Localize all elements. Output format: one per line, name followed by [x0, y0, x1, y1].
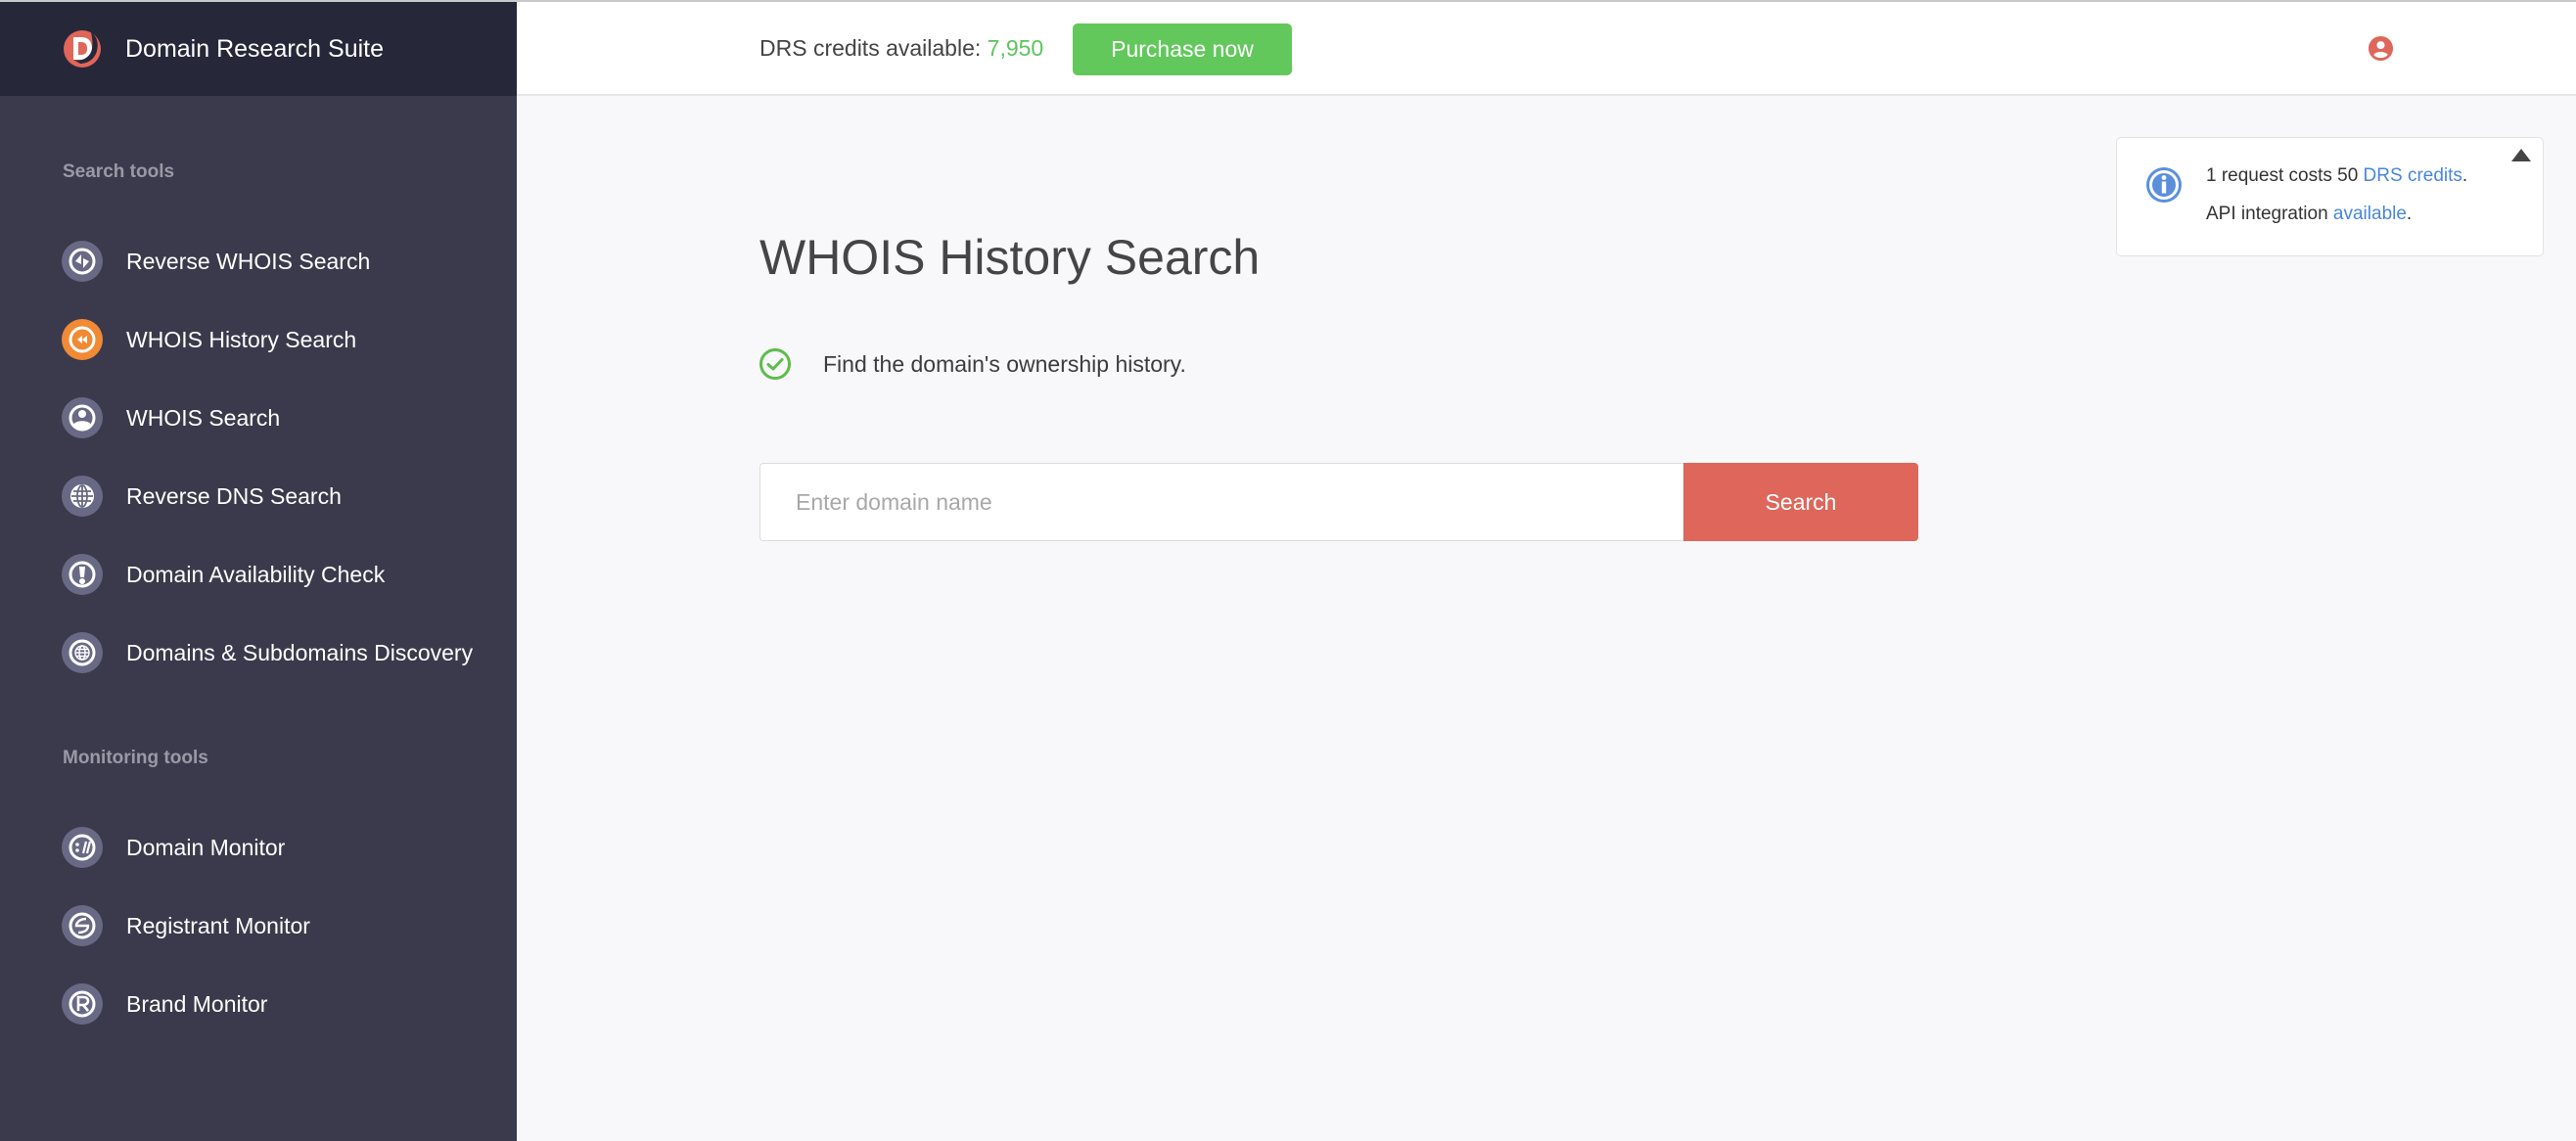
history-rewind-icon	[62, 319, 103, 360]
sidebar-item-label: Domain Availability Check	[126, 561, 386, 587]
top-bar: DRS credits available: 7,950 Purchase no…	[517, 2, 2576, 96]
info-panel: 1 request costs 50 DRS credits. API inte…	[2116, 137, 2544, 256]
sidebar-item-label: WHOIS History Search	[126, 326, 357, 352]
url-slashes-icon	[62, 827, 103, 868]
info-cost-text: 1 request costs 50	[2206, 165, 2364, 186]
sidebar-item-reverse-whois-search[interactable]: Reverse WHOIS Search	[62, 240, 370, 283]
search-button[interactable]: Search	[1683, 463, 1918, 541]
feature-text: Find the domain's ownership history.	[823, 350, 1186, 377]
brand-header[interactable]: Domain Research Suite	[0, 2, 517, 96]
sidebar-item-whois-search[interactable]: WHOIS Search	[62, 396, 280, 439]
info-period: .	[2406, 204, 2413, 224]
globe-icon	[62, 476, 103, 517]
sidebar-item-domains-subdomains-discovery[interactable]: Domains & Subdomains Discovery	[62, 631, 473, 674]
credits-value: 7,950	[987, 35, 1044, 61]
exclamation-icon	[62, 554, 103, 595]
info-api-text: API integration	[2206, 204, 2333, 224]
sidebar-item-domain-monitor[interactable]: Domain Monitor	[62, 826, 285, 869]
section-label-search-tools: Search tools	[63, 161, 175, 182]
credits-label: DRS credits available:	[759, 35, 988, 61]
section-label-monitoring-tools: Monitoring tools	[63, 748, 208, 768]
credits-status: DRS credits available: 7,950	[759, 35, 1043, 62]
domain-name-input[interactable]	[759, 463, 1683, 541]
drs-logo-icon	[64, 30, 101, 68]
sidebar-item-label: Registrant Monitor	[126, 912, 310, 938]
sidebar-item-domain-availability-check[interactable]: Domain Availability Check	[62, 553, 385, 596]
check-circle-icon	[759, 348, 791, 380]
reverse-whois-icon	[62, 241, 103, 282]
info-cost-line: 1 request costs 50 DRS credits.	[2206, 165, 2467, 187]
info-icon	[2146, 167, 2182, 203]
user-account-icon[interactable]	[2368, 35, 2394, 62]
info-api-line: API integration available.	[2206, 204, 2412, 225]
registrant-icon	[62, 905, 103, 946]
feature-item: Find the domain's ownership history.	[759, 347, 1186, 381]
page-title: WHOIS History Search	[759, 230, 1261, 285]
purchase-now-button[interactable]: Purchase now	[1073, 23, 1292, 75]
drs-credits-link[interactable]: DRS credits	[2364, 165, 2462, 186]
info-period: .	[2461, 165, 2468, 186]
sidebar-item-brand-monitor[interactable]: Brand Monitor	[62, 982, 267, 1026]
sidebar-item-registrant-monitor[interactable]: Registrant Monitor	[62, 904, 310, 947]
search-form: Search	[759, 463, 1918, 541]
sidebar-item-reverse-dns-search[interactable]: Reverse DNS Search	[62, 475, 342, 518]
app-name: Domain Research Suite	[125, 34, 385, 63]
sidebar-item-whois-history-search[interactable]: WHOIS History Search	[62, 318, 356, 361]
user-profile-icon	[62, 397, 103, 438]
sidebar-item-label: Reverse WHOIS Search	[126, 248, 371, 274]
collapse-caret-icon[interactable]	[2511, 149, 2531, 161]
sidebar-item-label: Domains & Subdomains Discovery	[126, 639, 474, 665]
sidebar-item-label: Reverse DNS Search	[126, 482, 342, 509]
api-available-link[interactable]: available	[2333, 204, 2407, 224]
sidebar-item-label: Brand Monitor	[126, 990, 268, 1017]
sidebar-item-label: WHOIS Search	[126, 404, 281, 431]
sidebar-item-label: Domain Monitor	[126, 834, 286, 860]
sidebar: Domain Research Suite Search tools Rever…	[0, 2, 517, 1141]
registered-trademark-icon	[62, 983, 103, 1025]
globe-ring-icon	[62, 632, 103, 673]
